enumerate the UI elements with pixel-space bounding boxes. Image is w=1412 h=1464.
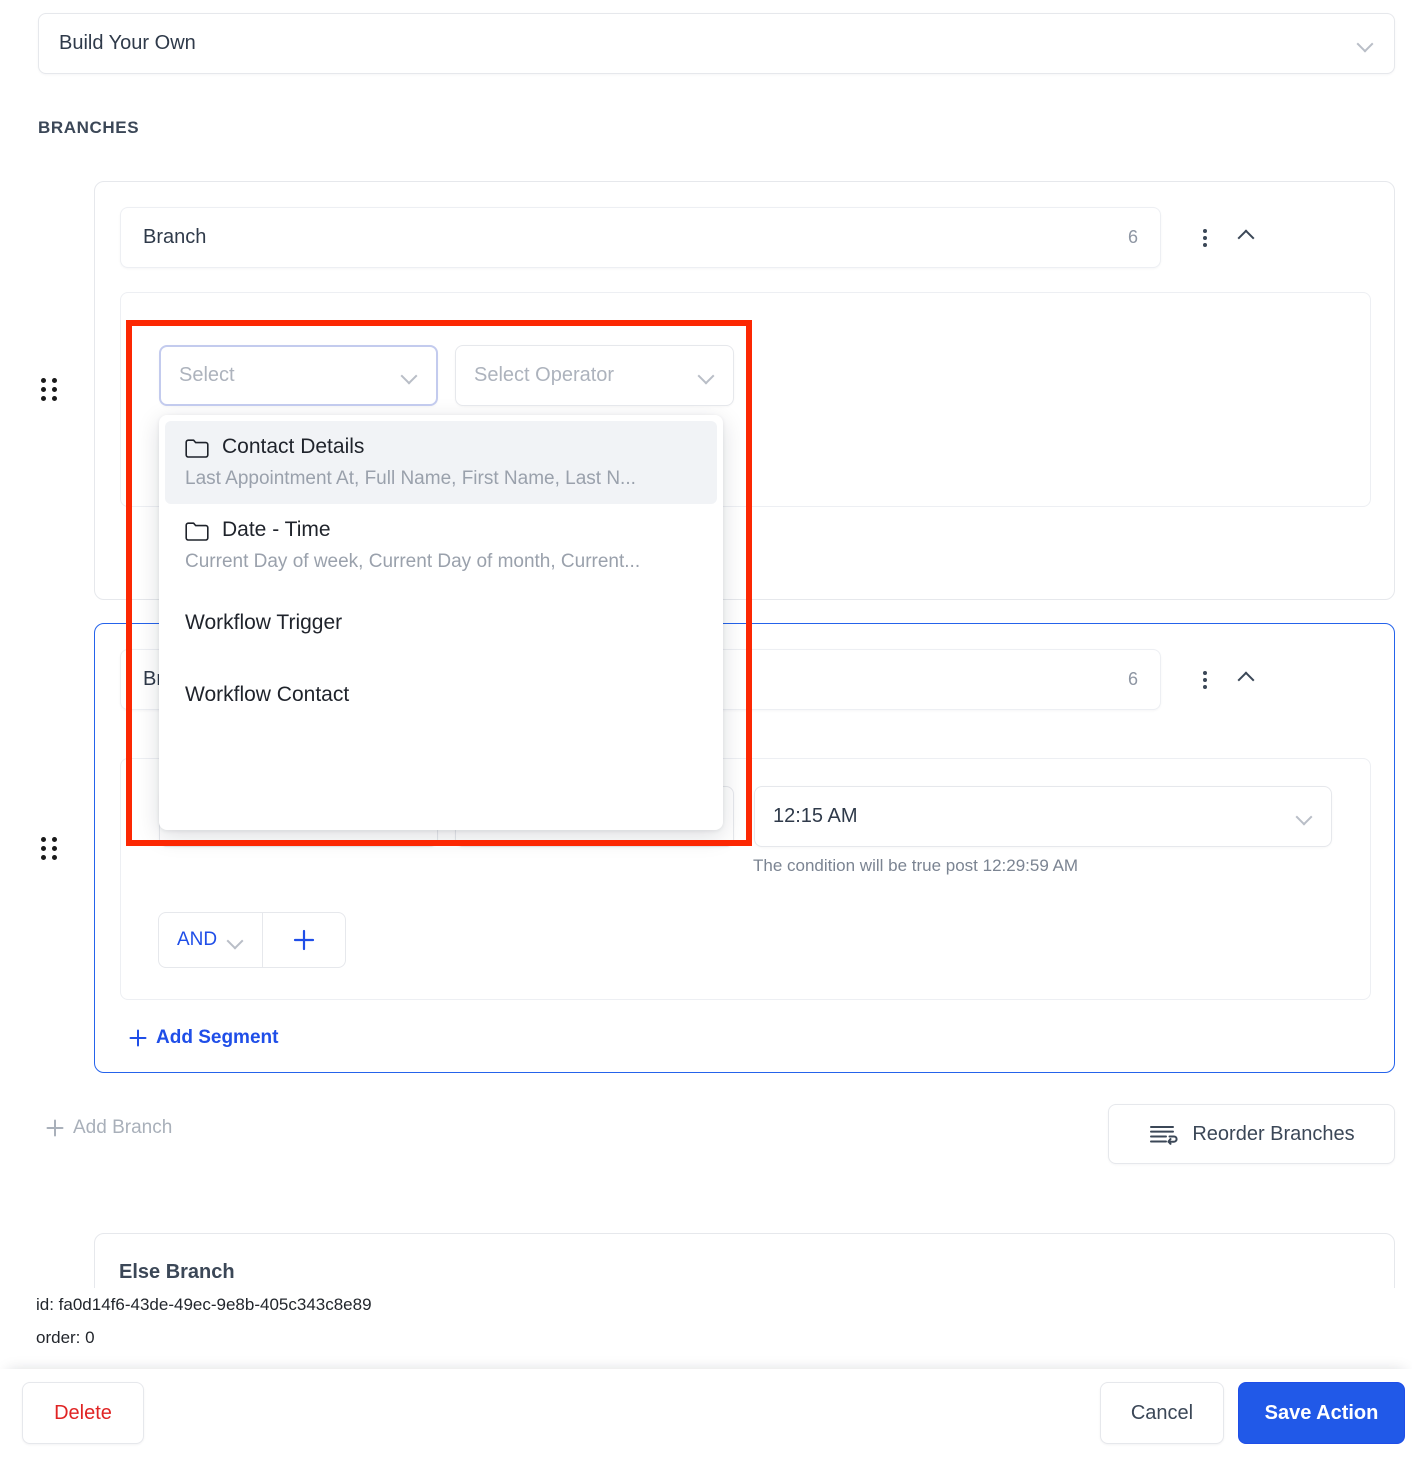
dropdown-item-date-time[interactable]: Date - Time Current Day of week, Current… xyxy=(165,504,717,587)
drag-handle-icon[interactable] xyxy=(41,378,59,404)
operator-select-1[interactable]: Select Operator xyxy=(455,345,734,406)
add-branch-label: Add Branch xyxy=(73,1117,173,1138)
operator-select-placeholder-1: Select Operator xyxy=(474,364,615,386)
add-segment-label-2: Add Segment xyxy=(156,1027,279,1048)
else-branch-label: Else Branch xyxy=(119,1261,235,1283)
action-type-select[interactable]: Build Your Own xyxy=(38,13,1395,74)
add-branch-button[interactable]: Add Branch xyxy=(44,1117,172,1139)
chevron-down-icon xyxy=(1296,808,1313,825)
footer-action-bar: Delete Cancel Save Action xyxy=(0,1369,1412,1464)
logic-operator-value-2: AND xyxy=(177,929,218,950)
branches-section-title: BRANCHES xyxy=(38,118,140,137)
branch-count-1: 6 xyxy=(1127,227,1138,247)
debug-order-line: order: 0 xyxy=(36,1328,95,1348)
add-condition-button-2[interactable] xyxy=(263,913,345,967)
workflow-branch-editor: Build Your Own BRANCHES Branch 6 Add Seg… xyxy=(0,0,1412,1464)
plus-icon xyxy=(294,929,315,951)
chevron-down-icon xyxy=(227,932,244,949)
action-type-value: Build Your Own xyxy=(59,32,196,54)
drag-handle-icon[interactable] xyxy=(41,837,59,863)
plus-icon xyxy=(46,1119,64,1137)
dropdown-item-label: Workflow Trigger xyxy=(185,611,343,634)
time-value-select-2[interactable]: 12:15 AM xyxy=(754,786,1332,847)
field-select-dropdown[interactable]: Contact Details Last Appointment At, Ful… xyxy=(159,415,723,830)
dropdown-item-label: Contact Details xyxy=(222,435,365,458)
folder-icon xyxy=(185,438,209,458)
folder-icon xyxy=(185,521,209,541)
dropdown-item-workflow-trigger[interactable]: Workflow Trigger xyxy=(165,587,717,659)
dropdown-item-description: Last Appointment At, Full Name, First Na… xyxy=(185,468,636,489)
save-action-button[interactable]: Save Action xyxy=(1238,1382,1405,1444)
cancel-button[interactable]: Cancel xyxy=(1100,1382,1224,1444)
logic-operator-group-2: AND xyxy=(158,912,347,968)
field-select-placeholder-1: Select xyxy=(179,364,235,386)
branch-count-2: 6 xyxy=(1127,669,1138,689)
field-select-1[interactable]: Select xyxy=(159,345,438,406)
chevron-down-icon xyxy=(401,367,418,384)
dropdown-item-description: Current Day of week, Current Day of mont… xyxy=(185,551,641,572)
dropdown-item-label: Workflow Contact xyxy=(185,683,350,706)
kebab-menu-icon[interactable] xyxy=(1193,226,1217,250)
time-condition-hint-2: The condition will be true post 12:29:59… xyxy=(753,856,1079,875)
reorder-branches-button[interactable]: Reorder Branches xyxy=(1108,1104,1395,1164)
delete-button[interactable]: Delete xyxy=(22,1382,144,1444)
add-segment-button-2[interactable]: Add Segment xyxy=(127,1027,278,1049)
chevron-up-icon[interactable] xyxy=(1238,668,1262,692)
chevron-up-icon[interactable] xyxy=(1238,226,1262,250)
time-value-2: 12:15 AM xyxy=(773,805,858,827)
dropdown-item-label: Date - Time xyxy=(222,518,331,541)
plus-icon xyxy=(129,1029,147,1047)
reorder-icon xyxy=(1150,1126,1178,1145)
chevron-down-icon xyxy=(698,367,715,384)
logic-operator-select-2[interactable]: AND xyxy=(159,913,264,967)
dropdown-item-workflow-contact[interactable]: Workflow Contact xyxy=(165,659,717,731)
branch-name-1: Branch xyxy=(143,226,207,248)
debug-id-line: id: fa0d14f6-43de-49ec-9e8b-405c343c8e89 xyxy=(36,1295,372,1315)
kebab-menu-icon[interactable] xyxy=(1193,668,1217,692)
dropdown-item-contact-details[interactable]: Contact Details Last Appointment At, Ful… xyxy=(165,421,717,504)
branch-name-field-1[interactable]: Branch 6 xyxy=(120,207,1161,268)
reorder-branches-label: Reorder Branches xyxy=(1192,1122,1355,1145)
chevron-down-icon xyxy=(1357,35,1374,52)
